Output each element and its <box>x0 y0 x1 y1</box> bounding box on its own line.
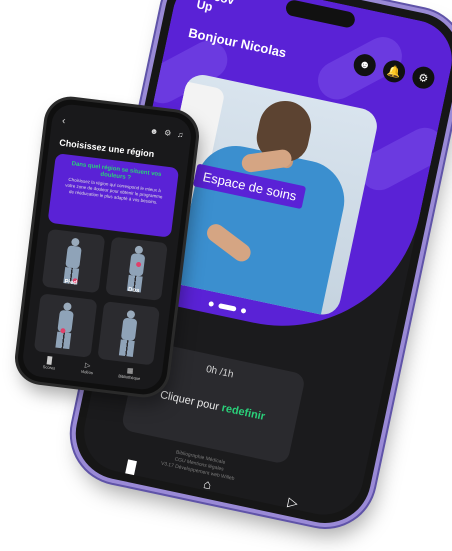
carousel-dot-active[interactable] <box>218 303 237 312</box>
settings-icon[interactable]: ⚙ <box>410 64 437 91</box>
body-legs <box>118 339 135 357</box>
nav-label: Scores <box>115 475 142 490</box>
carousel-dots[interactable] <box>208 300 247 314</box>
body-legs <box>55 331 72 350</box>
carousel-dot[interactable] <box>208 300 215 307</box>
small-nav-library[interactable]: ▦ Bibliothèque <box>118 365 141 381</box>
region-grid: Pied Dos <box>33 228 168 366</box>
nav-label: Bibliothèque <box>267 507 313 523</box>
nav-scores[interactable]: ▉ Scores <box>115 458 145 490</box>
region-info-banner: Dans quel région se situent vos douleurs… <box>47 153 180 238</box>
back-arrow-icon[interactable]: ‹ <box>61 116 66 127</box>
nav-library[interactable]: ▷ Bibliothèque <box>267 490 316 522</box>
region-back[interactable]: Dos <box>104 236 168 301</box>
play-icon: ▷ <box>286 493 300 511</box>
carousel-dot[interactable] <box>240 307 247 314</box>
body-trunk <box>65 245 83 269</box>
region-foot[interactable]: Pied <box>41 228 105 294</box>
redefine-prefix: Cliquer pour <box>158 388 221 414</box>
home-icon: ⌂ <box>202 475 213 493</box>
small-nav-videos[interactable]: ▷ Vidéos <box>80 361 94 375</box>
nav-label: Scores <box>42 364 56 371</box>
pain-highlight <box>135 261 141 268</box>
region-hip[interactable] <box>33 293 97 358</box>
app-logo: Recov Up <box>195 0 235 15</box>
bell-icon[interactable]: ♫ <box>176 130 184 142</box>
small-nav-scores[interactable]: ▉ Scores <box>42 356 57 371</box>
secondary-screen: ‹ ☻ ⚙ ♫ Choisissez une région Dans quel … <box>20 102 194 392</box>
nav-label: Bibliothèque <box>118 373 141 382</box>
region-knee[interactable] <box>96 301 160 366</box>
body-trunk <box>120 317 138 342</box>
bell-icon[interactable]: 🔔 <box>381 58 408 85</box>
nav-home[interactable]: ⌂ Accueil <box>191 474 222 506</box>
profile-icon[interactable]: ☻ <box>149 126 158 138</box>
bar-chart-icon: ▉ <box>125 459 138 477</box>
nav-label: Vidéos <box>80 368 94 376</box>
redefine-link[interactable]: redefinir <box>221 402 267 423</box>
small-header: ‹ ☻ ⚙ ♫ <box>61 116 183 142</box>
settings-icon[interactable]: ⚙ <box>163 128 172 140</box>
camera-notch <box>284 0 357 29</box>
profile-icon[interactable]: ☻ <box>351 52 378 79</box>
nav-label: Accueil <box>191 490 219 505</box>
